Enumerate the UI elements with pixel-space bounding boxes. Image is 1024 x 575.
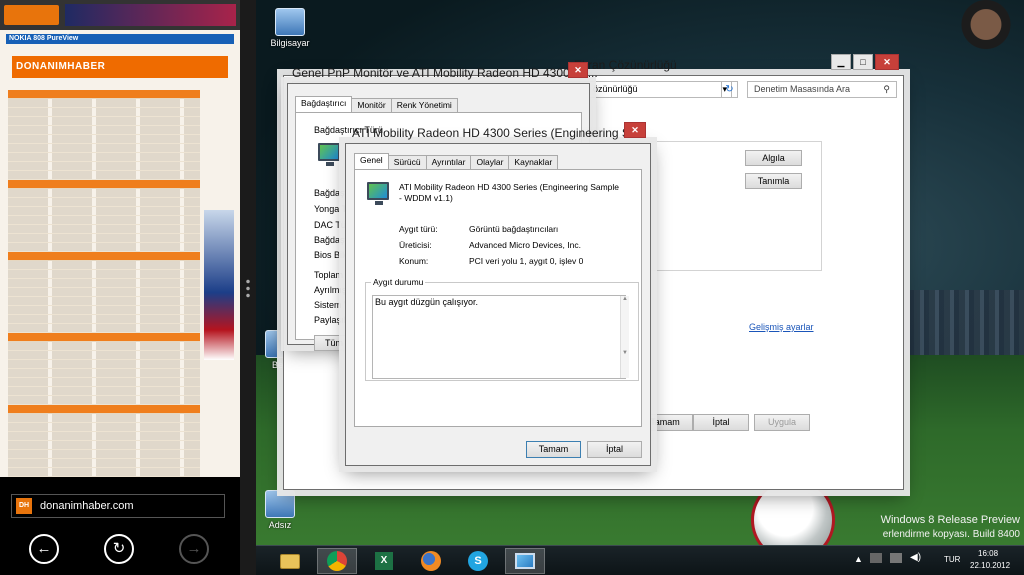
player-figure	[946, 0, 1024, 70]
adapter-icon	[318, 143, 340, 166]
taskbar-explorer[interactable]	[270, 548, 310, 574]
header-ad[interactable]	[65, 4, 236, 26]
tray-chevron-icon[interactable]: ▲	[854, 554, 863, 564]
info-label: Yonga T	[314, 204, 348, 214]
refresh-icon: ↻	[112, 540, 126, 557]
tab-details[interactable]: Ayrıntılar	[425, 155, 472, 169]
ok-button[interactable]: Tamam	[526, 441, 581, 458]
location-label: Konum:	[399, 256, 429, 266]
device-status-text[interactable]: Bu aygıt düzgün çalışıyor.	[372, 295, 626, 379]
desktop-icon-label: Adsız	[268, 520, 292, 530]
tab-adapter[interactable]: Bağdaştırıcı	[295, 96, 353, 112]
info-label: DAC Tür	[314, 220, 349, 230]
manufacturer-label: Üreticisi:	[399, 240, 432, 250]
taskbar: X S ▲ ◀) TUR 16:08 22.10.2012	[256, 545, 1024, 575]
window-title: ATI Mobility Radeon HD 4300 Series (Engi…	[352, 126, 647, 140]
site-brand-banner[interactable]: DONANIMHABER	[12, 56, 228, 78]
refresh-button[interactable]: ↻	[104, 534, 134, 564]
computer-icon	[275, 8, 305, 36]
skype-icon: S	[468, 551, 488, 571]
window-title: Genel PnP Monitör ve ATI Mobility Radeon…	[292, 66, 598, 80]
back-button[interactable]: ←	[29, 534, 59, 564]
snap-splitter[interactable]	[240, 0, 256, 575]
clock-time[interactable]: 16:08	[978, 549, 998, 558]
battery-icon[interactable]	[890, 553, 902, 563]
device-name: ATI Mobility Radeon HD 4300 Series (Engi…	[399, 182, 620, 203]
device-type-value: Görüntü bağdaştırıcıları	[469, 224, 559, 234]
tab-strip: Genel Sürücü Ayrıntılar Olaylar Kaynakla…	[354, 153, 642, 169]
search-icon[interactable]: ⚲	[883, 82, 890, 97]
side-ad[interactable]	[204, 210, 234, 360]
tab-resources[interactable]: Kaynaklar	[508, 155, 559, 169]
favicon: DH	[16, 498, 32, 514]
manufacturer-value: Advanced Micro Devices, Inc.	[469, 240, 581, 250]
chrome-icon	[327, 551, 347, 571]
advanced-settings-link[interactable]: Gelişmiş ayarlar	[749, 322, 814, 332]
desktop-icon-label: Bilgisayar	[270, 38, 310, 48]
tab-driver[interactable]: Sürücü	[387, 155, 427, 169]
taskbar-firefox[interactable]	[411, 548, 451, 574]
snapped-browser: NOKIA 808 PureView DONANIMHABER DH donan…	[0, 0, 240, 575]
url-text[interactable]: donanimhaber.com	[40, 500, 134, 512]
close-button[interactable]: ✕	[624, 122, 646, 138]
desktop-icon-untitled[interactable]: Adsız	[256, 490, 310, 530]
tab-strip: Bağdaştırıcı Monitör Renk Yönetimi	[295, 96, 582, 112]
taskbar-excel[interactable]: X	[364, 548, 404, 574]
site-header	[0, 0, 240, 30]
device-properties-window: ATI Mobility Radeon HD 4300 Series (Engi…	[345, 122, 651, 466]
site-logo[interactable]	[4, 5, 59, 25]
excel-icon: X	[375, 552, 393, 570]
forum-list	[8, 90, 200, 477]
tab-events[interactable]: Olaylar	[470, 155, 510, 169]
breadcrumb: özünürlüğü	[593, 84, 638, 94]
language-indicator[interactable]: TUR	[944, 555, 960, 564]
address-bar[interactable]: DH donanimhaber.com	[11, 494, 225, 518]
info-label: Ayrılmış	[314, 285, 347, 295]
back-arrow-icon: ←	[36, 540, 52, 557]
tab-color-management[interactable]: Renk Yönetimi	[390, 98, 458, 112]
firefox-icon	[421, 551, 441, 571]
watermark-line1: Windows 8 Release Preview	[880, 514, 1020, 526]
document-icon	[265, 490, 295, 518]
watermark-line2: erlendirme kopyası. Build 8400	[882, 529, 1020, 540]
location-value: PCI veri yolu 1, aygıt 0, işlev 0	[469, 256, 584, 266]
forward-button[interactable]: →	[179, 534, 209, 564]
clock-date[interactable]: 22.10.2012	[970, 561, 1010, 570]
network-icon[interactable]	[870, 553, 882, 563]
explorer-icon	[280, 553, 300, 569]
maximize-button[interactable]: □	[853, 54, 873, 70]
splitter-grip-icon[interactable]	[246, 278, 250, 298]
search-placeholder: Denetim Masasında Ara	[754, 84, 851, 94]
forward-arrow-icon: →	[186, 540, 202, 557]
apply-button[interactable]: Uygula	[754, 414, 810, 431]
taskbar-display-settings[interactable]	[505, 548, 545, 574]
nokia-banner[interactable]: NOKIA 808 PureView	[6, 34, 234, 44]
status-scrollbar[interactable]: ▲ ▼	[620, 296, 629, 378]
detect-button[interactable]: Algıla	[745, 150, 802, 166]
display-adapter-icon	[367, 182, 389, 205]
close-button[interactable]: ✕	[568, 62, 588, 78]
taskbar-chrome[interactable]	[317, 548, 357, 574]
cancel-button[interactable]: İptal	[587, 441, 642, 458]
tab-general[interactable]: Genel	[354, 153, 389, 169]
volume-icon[interactable]: ◀)	[910, 552, 921, 563]
close-button[interactable]: ✕	[875, 54, 899, 70]
webpage-view[interactable]: NOKIA 808 PureView DONANIMHABER	[0, 0, 240, 477]
display-icon	[515, 553, 535, 569]
search-input[interactable]: Denetim Masasında Ara ⚲	[747, 81, 897, 98]
desktop-icon-computer[interactable]: Bilgisayar	[260, 8, 320, 48]
minimize-button[interactable]: ▁	[831, 54, 851, 70]
taskbar-skype[interactable]: S	[458, 548, 498, 574]
device-status-legend: Aygıt durumu	[373, 277, 424, 287]
identify-button[interactable]: Tanımla	[745, 173, 802, 189]
tab-monitor[interactable]: Monitör	[351, 98, 392, 112]
device-type-label: Aygıt türü:	[399, 224, 438, 234]
device-status-group: Aygıt durumu Bu aygıt düzgün çalışıyor. …	[365, 277, 639, 381]
general-panel: ATI Mobility Radeon HD 4300 Series (Engi…	[354, 169, 642, 427]
refresh-icon[interactable]: ↻	[721, 81, 738, 98]
cancel-button[interactable]: İptal	[693, 414, 749, 431]
